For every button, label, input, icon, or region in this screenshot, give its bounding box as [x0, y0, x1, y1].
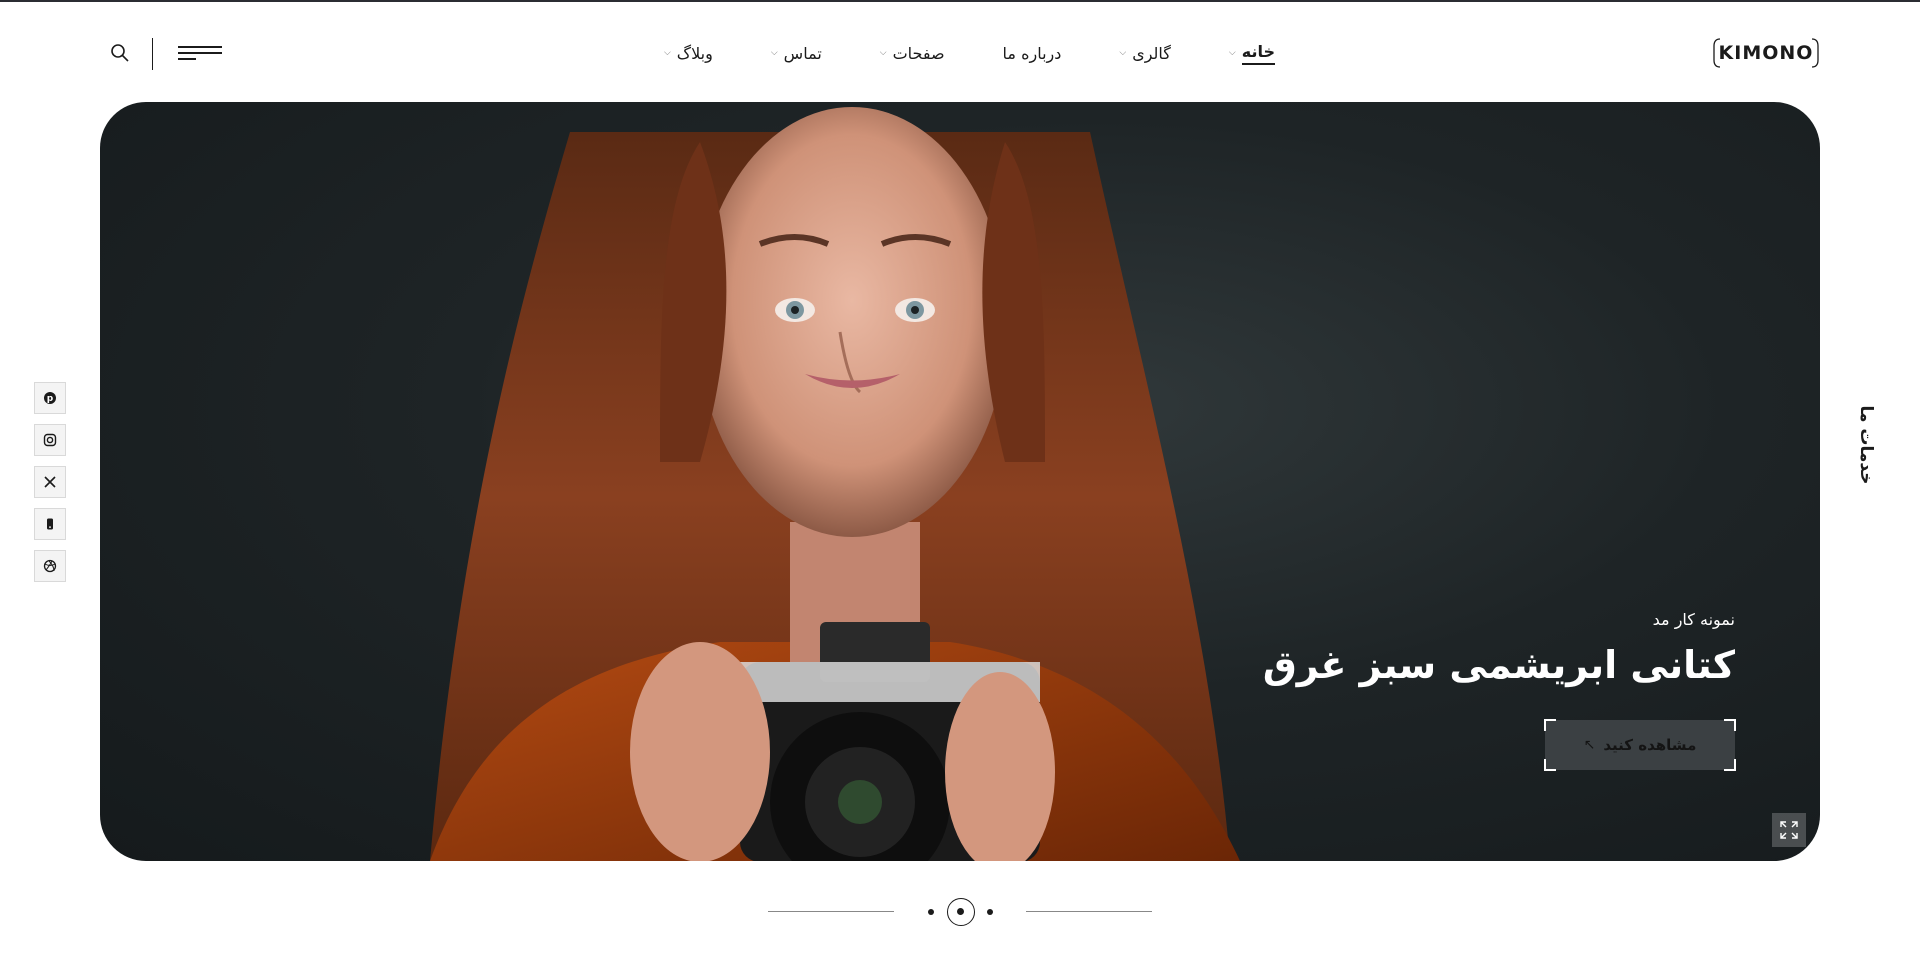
- arrow-up-left-icon: ↖: [1583, 737, 1596, 753]
- chevron-down-icon: ⌵: [879, 48, 887, 58]
- nav-label: درباره ما: [1002, 43, 1062, 63]
- nav-item-home[interactable]: خانه ⌵: [1229, 38, 1275, 68]
- x-icon[interactable]: [34, 466, 66, 498]
- dribbble-icon[interactable]: [34, 550, 66, 582]
- services-link[interactable]: خدمات ما: [1846, 400, 1886, 490]
- services-label: خدمات ما: [1856, 405, 1876, 485]
- main-nav: خانه ⌵ گالری ⌵ درباره ما صفحات ⌵ تماس ⌵ …: [664, 38, 1275, 68]
- hero-caption: نمونه کار مد کتانی ابریشمی سبز غرق: [1262, 610, 1736, 687]
- chevron-down-icon: ⌵: [1119, 48, 1127, 58]
- site-header: KIMONO خانه ⌵ گالری ⌵ درباره ما صفحات ⌵ …: [0, 2, 1920, 100]
- hero-subtitle: نمونه کار مد: [1652, 610, 1735, 629]
- search-icon[interactable]: [108, 41, 132, 65]
- pagination-dot[interactable]: [928, 909, 934, 915]
- nav-item-pages[interactable]: صفحات ⌵: [880, 38, 945, 68]
- nav-item-about[interactable]: درباره ما: [1003, 38, 1062, 68]
- nav-item-gallery[interactable]: گالری ⌵: [1119, 38, 1171, 68]
- nav-label: گالری: [1132, 43, 1171, 63]
- svg-text:p: p: [47, 394, 54, 404]
- chevron-down-icon: ⌵: [1228, 48, 1236, 58]
- logo-text: KIMONO: [1718, 42, 1814, 64]
- nav-label: تماس: [783, 43, 822, 63]
- phone-icon[interactable]: [34, 508, 66, 540]
- pagination-dot[interactable]: [987, 909, 993, 915]
- fullscreen-icon[interactable]: [1772, 813, 1806, 847]
- logo[interactable]: KIMONO: [1712, 36, 1820, 70]
- view-button-label: مشاهده کنید: [1603, 736, 1697, 754]
- pagination-line: [768, 911, 894, 912]
- slider-pagination: [768, 896, 1152, 928]
- view-button[interactable]: مشاهده کنید ↖: [1544, 719, 1736, 771]
- chevron-down-icon: ⌵: [663, 48, 671, 58]
- nav-label: وبلاگ: [676, 43, 713, 63]
- chevron-down-icon: ⌵: [770, 48, 778, 58]
- social-links: p: [34, 382, 66, 592]
- nav-label: صفحات: [892, 43, 945, 63]
- nav-item-blog[interactable]: وبلاگ ⌵: [664, 38, 713, 68]
- pagination-line: [1026, 911, 1152, 912]
- instagram-icon[interactable]: [34, 424, 66, 456]
- menu-icon[interactable]: [176, 43, 222, 63]
- header-divider: [152, 38, 153, 70]
- nav-item-contact[interactable]: تماس ⌵: [771, 38, 822, 68]
- hero-title: کتانی ابریشمی سبز غرق: [1262, 643, 1736, 687]
- nav-label: خانه: [1241, 42, 1275, 65]
- pagination-dot-active[interactable]: [947, 898, 975, 926]
- pinterest-icon[interactable]: p: [34, 382, 66, 414]
- hero-slider: نمونه کار مد کتانی ابریشمی سبز غرق مشاهد…: [100, 102, 1820, 861]
